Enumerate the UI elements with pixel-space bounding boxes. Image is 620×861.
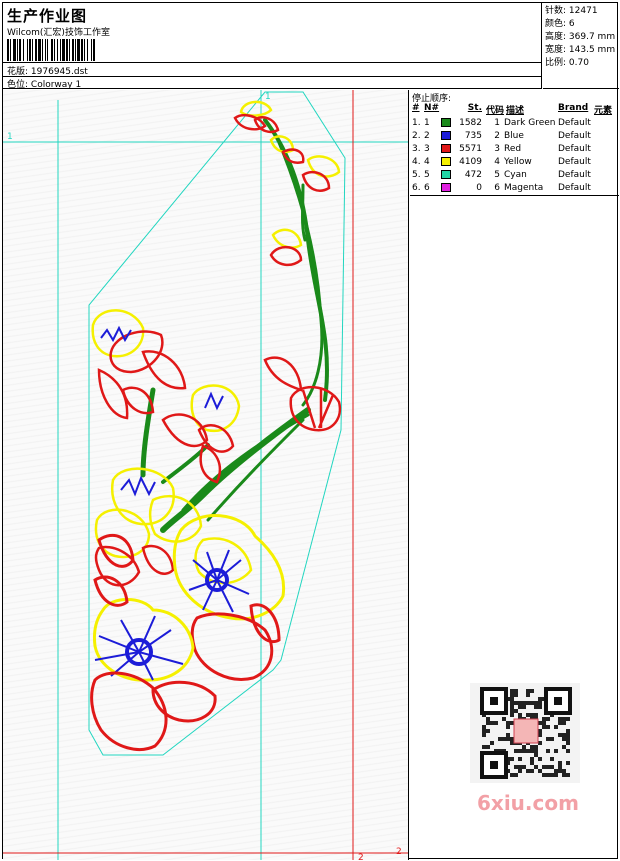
header-divider: [3, 76, 542, 77]
color-table-row: 1. 1 1582 1 Dark Green Default: [410, 117, 619, 130]
row-brand: Default: [558, 157, 591, 167]
row-code: 6: [494, 183, 500, 193]
color-swatch: [441, 131, 451, 140]
row-code: 2: [494, 131, 500, 141]
color-table-row: 4. 4 4109 4 Yellow Default: [410, 156, 619, 169]
stems: [140, 118, 329, 533]
colorway-line: 色位: Colorway 1: [7, 77, 81, 90]
color-table-row: 3. 3 5571 3 Red Default: [410, 143, 619, 156]
col-header-n2: N#: [424, 103, 440, 113]
row-index: 5.: [412, 170, 421, 180]
guide-marker-2: 2: [358, 853, 364, 860]
qr-code-watermark: [470, 683, 580, 783]
row-index: 2.: [412, 131, 421, 141]
header-info: 生产作业图 Wilcom(汇宏)技饰工作室 花版: 1976945.dst 色位…: [3, 3, 542, 90]
color-swatch: [441, 144, 451, 153]
guide-marker-1: 1: [7, 132, 13, 142]
row-description: Red: [504, 144, 522, 154]
row-index: 4.: [412, 157, 421, 167]
top-buds: [233, 100, 341, 392]
color-swatch: [441, 170, 451, 179]
row-brand: Default: [558, 118, 591, 128]
barcode-icon: [7, 39, 95, 61]
col-header-stitches: St.: [467, 103, 482, 113]
guide-marker-2-right: 2: [396, 847, 402, 857]
col-header-num: #: [412, 103, 420, 113]
color-swatch: [441, 157, 451, 166]
color-table-row: 2. 2 735 2 Blue Default: [410, 130, 619, 143]
row-index: 3.: [412, 144, 421, 154]
color-stop-table: 停止顺序: # N# St. 代码 描述 Brand 元素 1. 1 1582 1 Da…: [410, 90, 619, 196]
page-title: 生产作业图: [7, 7, 88, 25]
row-code: 3: [494, 144, 500, 154]
row-brand: Default: [558, 183, 591, 193]
row-needle: 4: [424, 157, 430, 167]
row-index: 6.: [412, 183, 421, 193]
col-header-element: 元素: [594, 106, 613, 116]
row-stitches: 0: [476, 183, 482, 193]
flower-upper-left: [91, 309, 187, 420]
stat-stitches: 针数: 12471: [545, 6, 598, 16]
stat-scale: 比例: 0.70: [545, 58, 589, 68]
row-stitches: 735: [464, 131, 482, 141]
stat-colors: 颜色: 6: [545, 19, 575, 29]
flower-mid-right: [289, 385, 342, 432]
row-brand: Default: [558, 131, 591, 141]
row-needle: 1: [424, 118, 430, 128]
header-divider: [3, 62, 542, 63]
row-needle: 5: [424, 170, 430, 180]
color-table-row: 6. 6 0 6 Magenta Default: [410, 182, 619, 195]
col-header-brand: Brand: [558, 103, 589, 113]
row-description: Magenta: [504, 183, 544, 193]
row-brand: Default: [558, 144, 591, 154]
embroidery-preview: 1 1 2 2: [3, 90, 408, 860]
col-header-code: 代码: [486, 106, 505, 116]
row-stitches: 4109: [459, 157, 482, 167]
row-code: 4: [494, 157, 500, 167]
guide-marker-1-top: 1: [265, 92, 271, 102]
row-description: Cyan: [504, 170, 527, 180]
color-swatch: [441, 183, 451, 192]
row-code: 1: [494, 118, 500, 128]
design-stats: 针数: 12471 颜色: 6 高度: 369.7 mm 宽度: 143.5 m…: [543, 3, 619, 89]
color-table-row: 5. 5 472 5 Cyan Default: [410, 169, 619, 182]
row-stitches: 1582: [459, 118, 482, 128]
row-needle: 3: [424, 144, 430, 154]
colorway-label: 色位:: [7, 80, 29, 90]
row-description: Yellow: [504, 157, 532, 167]
row-needle: 6: [424, 183, 430, 193]
row-description: Dark Green: [504, 118, 556, 128]
row-code: 5: [494, 170, 500, 180]
row-stitches: 472: [464, 170, 482, 180]
row-description: Blue: [504, 131, 524, 141]
stat-width: 宽度: 143.5 mm: [545, 45, 616, 55]
row-stitches: 5571: [459, 144, 482, 154]
row-index: 1.: [412, 118, 421, 128]
row-brand: Default: [558, 170, 591, 180]
qr-code-icon: [480, 687, 572, 779]
design-preview: 1 1 2 2: [3, 90, 409, 860]
watermark-logo: 6xiu.com: [477, 791, 579, 815]
production-worksheet: 生产作业图 Wilcom(汇宏)技饰工作室 花版: 1976945.dst 色位…: [2, 2, 619, 860]
colorway-value: Colorway 1: [30, 80, 82, 90]
color-table-header: # N# St. 代码 描述 Brand 元素: [410, 103, 619, 116]
row-needle: 2: [424, 131, 430, 141]
studio-name: Wilcom(汇宏)技饰工作室: [7, 28, 110, 38]
color-swatch: [441, 118, 451, 127]
stat-height: 高度: 369.7 mm: [545, 32, 616, 42]
col-header-desc: 描述: [506, 106, 525, 116]
